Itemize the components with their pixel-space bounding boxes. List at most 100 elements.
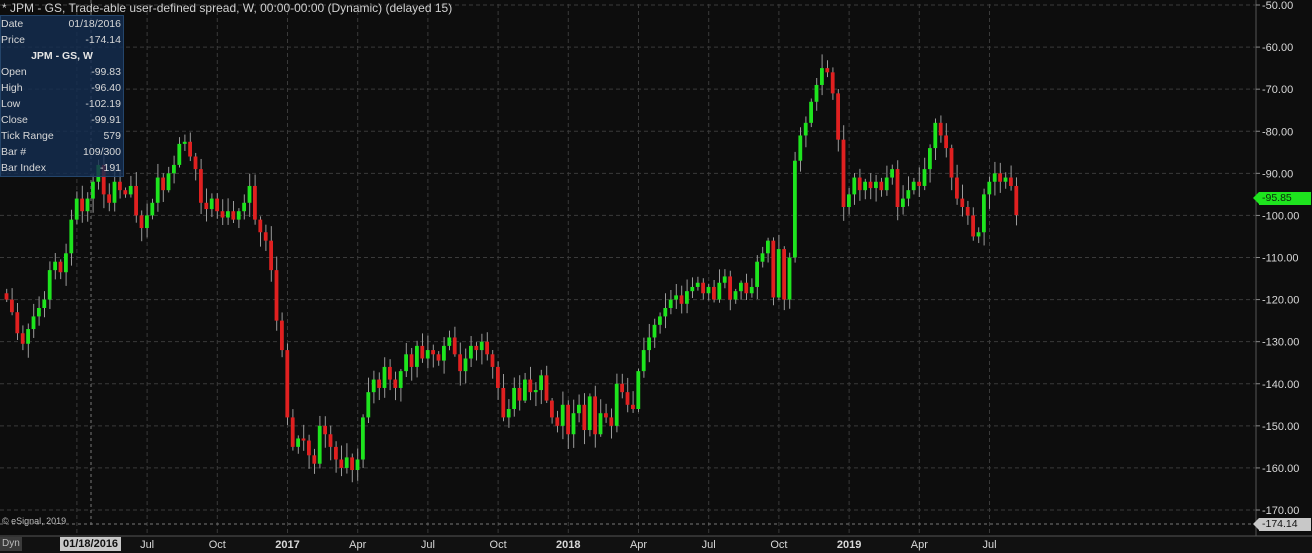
candle-up bbox=[722, 276, 727, 283]
candle-down bbox=[80, 198, 84, 212]
candle-up bbox=[695, 282, 700, 287]
candle-down bbox=[220, 211, 225, 218]
candle-up bbox=[820, 68, 824, 85]
candle-down bbox=[274, 270, 279, 321]
dyn-button[interactable]: Dyn bbox=[0, 537, 22, 551]
candle-up bbox=[749, 286, 754, 294]
candle-up bbox=[74, 198, 79, 220]
candle-up bbox=[37, 308, 41, 317]
candle-down bbox=[188, 141, 192, 157]
candle-down bbox=[825, 68, 830, 73]
candle-up bbox=[533, 390, 538, 393]
candle-up bbox=[242, 202, 246, 212]
x-tick-label: Jul bbox=[982, 539, 996, 551]
candle-down bbox=[107, 194, 111, 203]
candle-down bbox=[290, 417, 295, 447]
candle-up bbox=[85, 198, 90, 212]
candle-up bbox=[166, 173, 171, 191]
info-label: Close bbox=[1, 114, 28, 126]
candle-up bbox=[463, 358, 468, 372]
candle-up bbox=[150, 202, 155, 216]
x-tick-label: Oct bbox=[770, 539, 787, 551]
candle-up bbox=[652, 324, 657, 338]
candle-down bbox=[452, 337, 457, 355]
candle-up bbox=[425, 350, 430, 359]
candle-up bbox=[760, 253, 765, 262]
candle-down bbox=[431, 350, 435, 355]
candle-up bbox=[847, 194, 851, 207]
candle-down bbox=[960, 198, 965, 207]
candle-down bbox=[118, 181, 122, 191]
candle-down bbox=[280, 320, 284, 351]
candle-down bbox=[339, 459, 344, 468]
candle-down bbox=[701, 282, 705, 294]
last-price-tag: -95.85 bbox=[1253, 192, 1311, 205]
candle-down bbox=[582, 404, 587, 431]
candle-up bbox=[404, 354, 408, 372]
candle-down bbox=[593, 396, 597, 435]
candle-down bbox=[490, 354, 495, 367]
candle-up bbox=[512, 387, 516, 409]
candle-down bbox=[528, 379, 533, 393]
candle-down bbox=[485, 341, 489, 355]
candle-up bbox=[641, 350, 646, 372]
info-value: -99.91 bbox=[91, 114, 121, 126]
candle-up bbox=[577, 404, 581, 414]
candle-down bbox=[965, 207, 970, 216]
candle-down bbox=[771, 240, 776, 298]
candle-down bbox=[458, 354, 462, 372]
candle-up bbox=[155, 177, 160, 203]
info-value: -191 bbox=[99, 162, 121, 174]
candle-down bbox=[604, 413, 608, 418]
candle-down bbox=[744, 282, 749, 294]
candle-down bbox=[496, 366, 500, 388]
candle-down bbox=[501, 387, 506, 418]
candle-up bbox=[674, 295, 678, 300]
candle-down bbox=[517, 387, 522, 401]
candle-up bbox=[976, 232, 981, 237]
candle-up bbox=[798, 135, 803, 161]
price-chart[interactable]: -50.00 -60.00 -70.00 -80.00 -90.00 -100.00 -11… bbox=[0, 0, 1312, 553]
candle-up bbox=[668, 299, 673, 308]
candle-up bbox=[636, 371, 641, 409]
candle-down bbox=[620, 383, 624, 393]
copyright-label: © eSignal, 2019 bbox=[2, 516, 67, 526]
candle-up bbox=[922, 169, 927, 186]
candle-down bbox=[323, 425, 327, 435]
chart-background bbox=[0, 0, 1312, 553]
candle-up bbox=[317, 425, 322, 464]
candle-down bbox=[938, 122, 943, 136]
candle-down bbox=[350, 457, 354, 471]
candle-down bbox=[134, 185, 138, 216]
candle-up bbox=[415, 345, 419, 367]
candle-down bbox=[712, 286, 716, 300]
info-value: 01/18/2016 bbox=[68, 18, 121, 30]
cursor-price-tag: -174.14 bbox=[1253, 518, 1311, 531]
y-tick-label: -150.00 bbox=[1262, 421, 1299, 433]
info-row-high: High -96.40 bbox=[1, 80, 123, 96]
candle-up bbox=[182, 141, 187, 144]
x-tick-label: Oct bbox=[209, 539, 226, 551]
candle-up bbox=[706, 286, 711, 294]
candle-up bbox=[382, 366, 387, 388]
candle-down bbox=[285, 350, 290, 418]
candle-down bbox=[20, 333, 25, 344]
candle-down bbox=[857, 177, 862, 191]
candle-down bbox=[555, 417, 560, 426]
candle-up bbox=[733, 291, 738, 300]
candle-down bbox=[895, 169, 900, 207]
x-tick-label: 2017 bbox=[275, 539, 299, 551]
candle-down bbox=[388, 366, 392, 380]
candle-up bbox=[366, 392, 371, 418]
info-label: Tick Range bbox=[1, 130, 54, 142]
candle-up bbox=[447, 337, 452, 346]
candle-up bbox=[890, 169, 894, 178]
candle-up bbox=[933, 122, 938, 149]
candle-up bbox=[992, 173, 997, 182]
candle-down bbox=[1009, 177, 1013, 186]
cursor-date-tag: 01/18/2016 bbox=[60, 537, 122, 551]
candle-down bbox=[1014, 185, 1019, 216]
x-tick-label: Jul bbox=[702, 539, 716, 551]
candle-down bbox=[393, 379, 398, 388]
candle-up bbox=[766, 240, 770, 254]
